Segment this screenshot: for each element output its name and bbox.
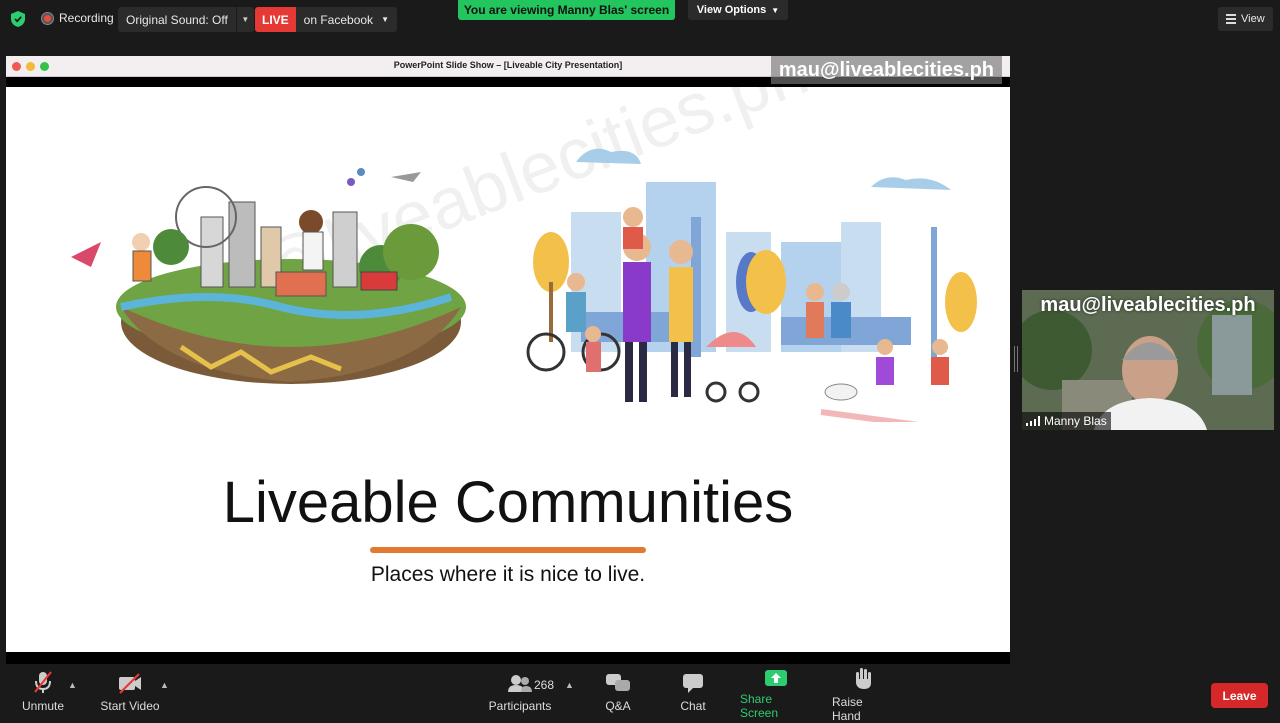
panel-resize-handle[interactable]	[1014, 346, 1018, 372]
top-bar: Recording Original Sound: Off ▼ LIVE on …	[0, 0, 1280, 38]
meeting-toolbar: Unmute ▲ Start Video ▲ Participants 268 …	[0, 666, 1280, 723]
start-video-label: Start Video	[100, 699, 160, 713]
participant-video-tile[interactable]: mau@liveablecities.ph Manny Blas	[1022, 290, 1274, 430]
view-options-label: View Options	[696, 4, 767, 16]
shared-screen: PowerPoint Slide Show – [Liveable City P…	[6, 56, 1010, 664]
video-options-chevron-icon[interactable]: ▲	[160, 680, 169, 690]
unmute-button[interactable]: Unmute	[18, 666, 68, 720]
slide-title: Liveable Communities	[222, 470, 794, 535]
live-badge: LIVE	[255, 7, 296, 32]
share-screen-label: Share Screen	[740, 692, 779, 720]
participant-count: 268	[534, 678, 555, 692]
start-video-button[interactable]: Start Video	[100, 666, 160, 720]
viewing-screen-banner: You are viewing Manny Blas' screen	[458, 0, 675, 20]
presentation-slide: mau@liveablecities.ph Liveable Communiti…	[6, 87, 1010, 652]
title-underline	[370, 547, 646, 553]
raise-hand-label: Raise Hand	[832, 695, 863, 723]
participant-name: Manny Blas	[1044, 414, 1107, 428]
view-button[interactable]: View	[1218, 7, 1273, 31]
city-island-illustration	[71, 168, 466, 384]
raise-hand-button[interactable]: Raise Hand	[832, 666, 894, 723]
view-options-button[interactable]: View Options ▼	[688, 0, 788, 20]
participants-options-chevron-icon[interactable]: ▲	[565, 680, 574, 690]
raise-hand-icon	[856, 668, 871, 689]
qa-label: Q&A	[605, 699, 631, 713]
signal-strength-icon	[1026, 416, 1040, 426]
chevron-down-icon[interactable]: ▼	[235, 7, 254, 32]
original-sound-button[interactable]: Original Sound: Off	[118, 13, 236, 27]
qa-icon	[606, 674, 630, 691]
slide-subtitle: Places where it is nice to live.	[370, 563, 646, 586]
participants-button[interactable]: Participants	[488, 666, 552, 720]
live-platform-dropdown[interactable]: on Facebook ▼	[295, 7, 397, 32]
recording-indicator[interactable]: Recording	[42, 11, 114, 25]
live-platform-label: on Facebook	[303, 12, 374, 27]
video-watermark: mau@liveablecities.ph	[1040, 294, 1256, 316]
participant-name-tag: Manny Blas	[1022, 412, 1111, 430]
audio-options-chevron-icon[interactable]: ▲	[68, 680, 77, 690]
participants-label: Participants	[488, 699, 552, 713]
chat-icon	[683, 674, 703, 693]
chevron-down-icon: ▼	[381, 15, 389, 24]
park-family-illustration	[526, 148, 977, 422]
chat-label: Chat	[680, 699, 706, 713]
microphone-muted-icon	[34, 671, 52, 693]
recording-dot-icon	[42, 12, 53, 24]
share-watermark: mau@liveablecities.ph	[770, 56, 1002, 84]
leave-button[interactable]: Leave	[1211, 683, 1268, 708]
participants-icon	[508, 675, 532, 692]
chevron-down-icon: ▼	[771, 5, 780, 15]
grid-view-icon	[1226, 14, 1236, 24]
unmute-label: Unmute	[21, 699, 65, 713]
live-stream-indicator[interactable]: LIVE on Facebook ▼	[255, 7, 397, 32]
security-shield-icon[interactable]	[10, 10, 26, 28]
share-screen-icon	[765, 670, 787, 686]
qa-button[interactable]: Q&A	[600, 666, 636, 720]
view-label: View	[1241, 13, 1265, 25]
share-screen-button[interactable]: Share Screen	[740, 666, 812, 720]
recording-label: Recording	[59, 11, 114, 25]
video-camera-off-icon	[119, 673, 141, 694]
chat-button[interactable]: Chat	[676, 666, 710, 720]
original-sound-control[interactable]: Original Sound: Off ▼	[118, 7, 254, 32]
